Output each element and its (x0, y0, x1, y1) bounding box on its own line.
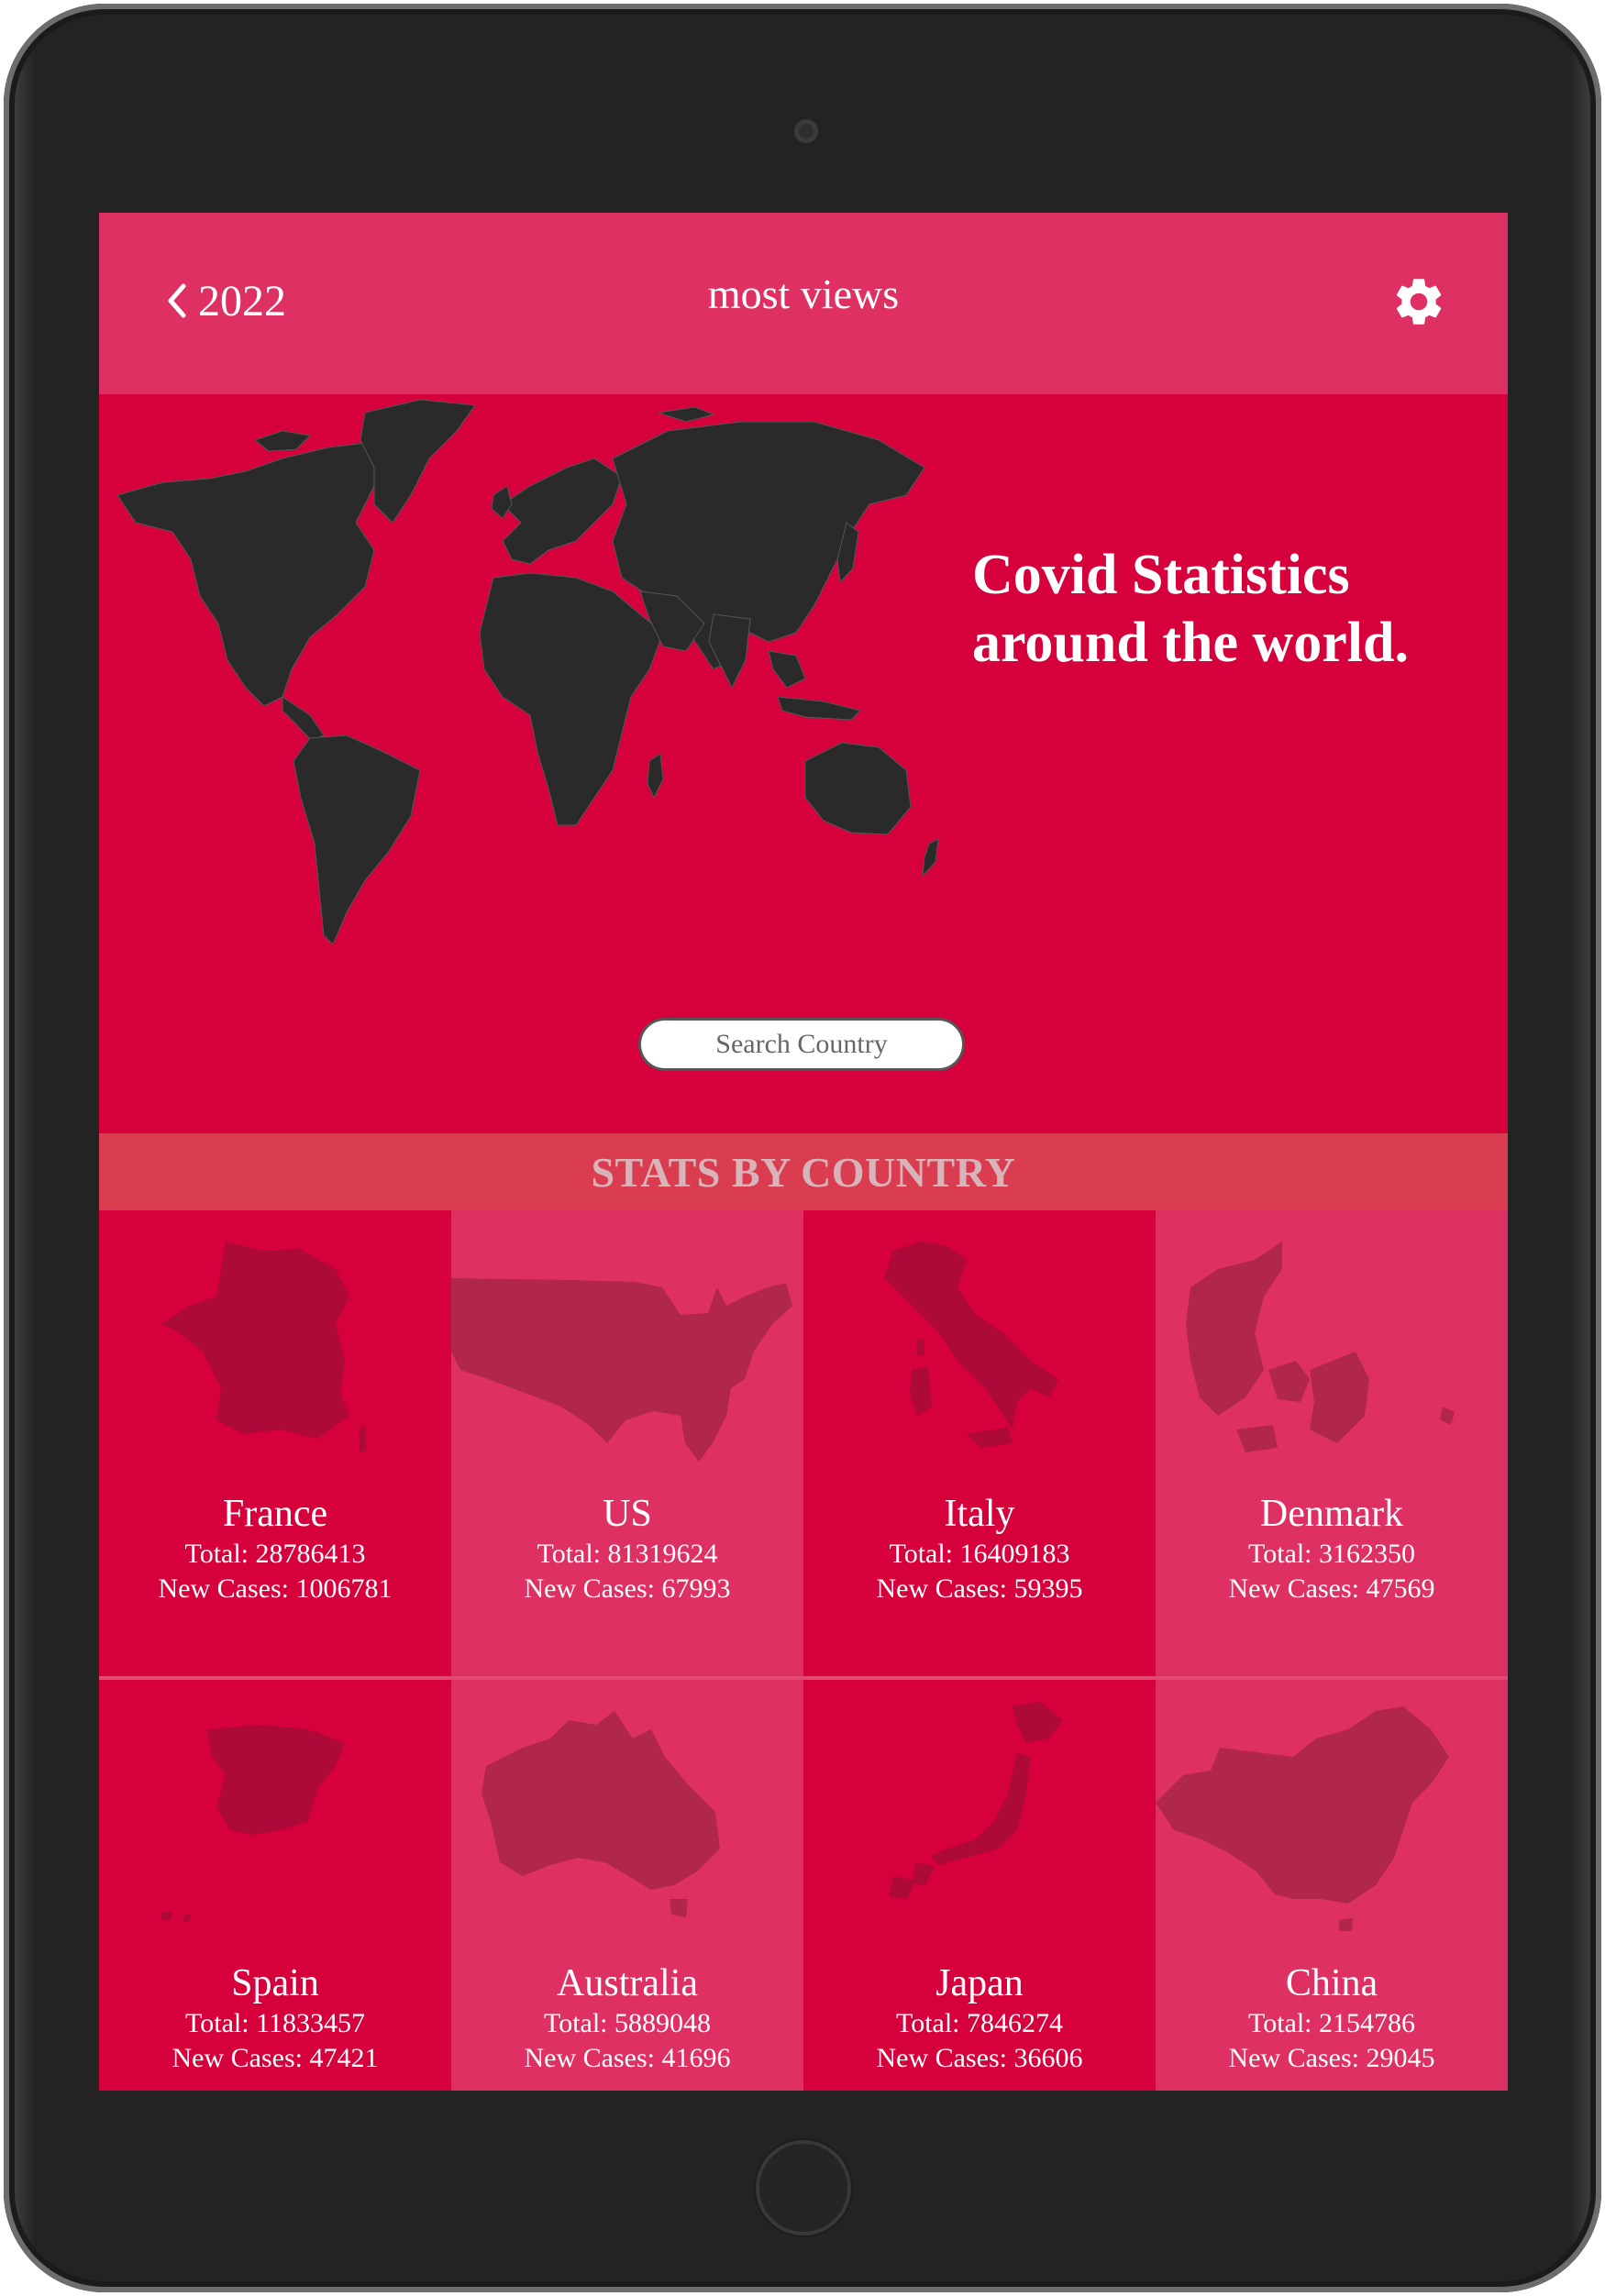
country-new-cases: New Cases: 36606 (876, 2043, 1083, 2073)
france-map-icon (161, 1242, 367, 1452)
country-card-australia[interactable]: Australia Total: 5889048 New Cases: 4169… (451, 1680, 803, 2091)
hero-heading: Covid Statistics around the world. (972, 541, 1486, 677)
japan-map-icon (889, 1702, 1063, 1899)
country-info: Japan Total: 7846274 New Cases: 36606 (803, 1960, 1156, 2076)
country-grid: France Total: 28786413 New Cases: 100678… (99, 1210, 1508, 2091)
country-total: Total: 3162350 (1247, 1539, 1416, 1569)
country-total: Total: 81319624 (537, 1539, 718, 1569)
china-map-icon (1156, 1706, 1449, 1931)
hero-section: Covid Statistics around the world. (99, 394, 1508, 1133)
country-card-italy[interactable]: Italy Total: 16409183 New Cases: 59395 (803, 1210, 1156, 1680)
page-title: most views (707, 270, 900, 317)
denmark-map-icon (1186, 1242, 1455, 1452)
section-title: STATS BY COUNTRY (591, 1148, 1016, 1196)
country-new-cases: New Cases: 29045 (1228, 2043, 1435, 2073)
country-new-cases: New Cases: 67993 (524, 1573, 731, 1604)
world-map-image (116, 399, 939, 945)
country-total: Total: 11833457 (185, 2008, 365, 2038)
country-name: Denmark (1259, 1493, 1404, 1535)
country-total: Total: 2154786 (1247, 2008, 1416, 2038)
country-name: Italy (944, 1493, 1015, 1535)
country-total: Total: 5889048 (543, 2008, 712, 2038)
italy-map-icon (884, 1242, 1058, 1448)
country-info: Denmark Total: 3162350 New Cases: 47569 (1156, 1491, 1508, 1606)
country-new-cases: New Cases: 41696 (524, 2043, 731, 2073)
country-name: Japan (935, 1962, 1024, 2004)
country-new-cases: New Cases: 47569 (1228, 1573, 1435, 1604)
country-info: France Total: 28786413 New Cases: 100678… (99, 1491, 451, 1606)
country-card-us[interactable]: US Total: 81319624 New Cases: 67993 (451, 1210, 803, 1680)
country-new-cases: New Cases: 47421 (172, 2043, 379, 2073)
country-card-france[interactable]: France Total: 28786413 New Cases: 100678… (99, 1210, 451, 1680)
hero-heading-line2: around the world. (972, 612, 1409, 674)
country-new-cases: New Cases: 1006781 (158, 1573, 393, 1604)
country-name: Australia (557, 1962, 698, 2004)
country-new-cases: New Cases: 59395 (876, 1573, 1083, 1604)
country-name: China (1285, 1962, 1378, 2004)
hero-heading-line1: Covid Statistics (972, 544, 1350, 606)
app-screen: 2022 most views Covid Statistics around … (99, 213, 1508, 2091)
top-bar: 2022 most views (99, 213, 1508, 394)
country-card-china[interactable]: China Total: 2154786 New Cases: 29045 (1156, 1680, 1508, 2091)
country-card-denmark[interactable]: Denmark Total: 3162350 New Cases: 47569 (1156, 1210, 1508, 1680)
spain-map-icon (161, 1725, 345, 1922)
country-total: Total: 16409183 (889, 1539, 1070, 1569)
country-info: Australia Total: 5889048 New Cases: 4169… (451, 1960, 803, 2076)
australia-map-icon (482, 1711, 720, 1917)
home-button[interactable] (756, 2140, 851, 2235)
country-info: Spain Total: 11833457 New Cases: 47421 (99, 1960, 451, 2076)
country-name: US (603, 1493, 652, 1535)
country-card-japan[interactable]: Japan Total: 7846274 New Cases: 36606 (803, 1680, 1156, 2091)
tablet-frame: 2022 most views Covid Statistics around … (4, 4, 1601, 2292)
country-total: Total: 28786413 (184, 1539, 366, 1569)
country-info: China Total: 2154786 New Cases: 29045 (1156, 1960, 1508, 2076)
us-map-icon (451, 1278, 792, 1462)
country-info: US Total: 81319624 New Cases: 67993 (451, 1491, 803, 1606)
country-card-spain[interactable]: Spain Total: 11833457 New Cases: 47421 (99, 1680, 451, 2091)
stats-section-header: STATS BY COUNTRY (99, 1133, 1508, 1210)
search-country-input[interactable] (638, 1018, 965, 1071)
camera-icon (794, 119, 818, 143)
country-name: Spain (231, 1962, 319, 2004)
gear-icon[interactable] (1390, 273, 1447, 330)
country-total: Total: 7846274 (895, 2008, 1064, 2038)
country-name: France (222, 1493, 328, 1535)
country-info: Italy Total: 16409183 New Cases: 59395 (803, 1491, 1156, 1606)
